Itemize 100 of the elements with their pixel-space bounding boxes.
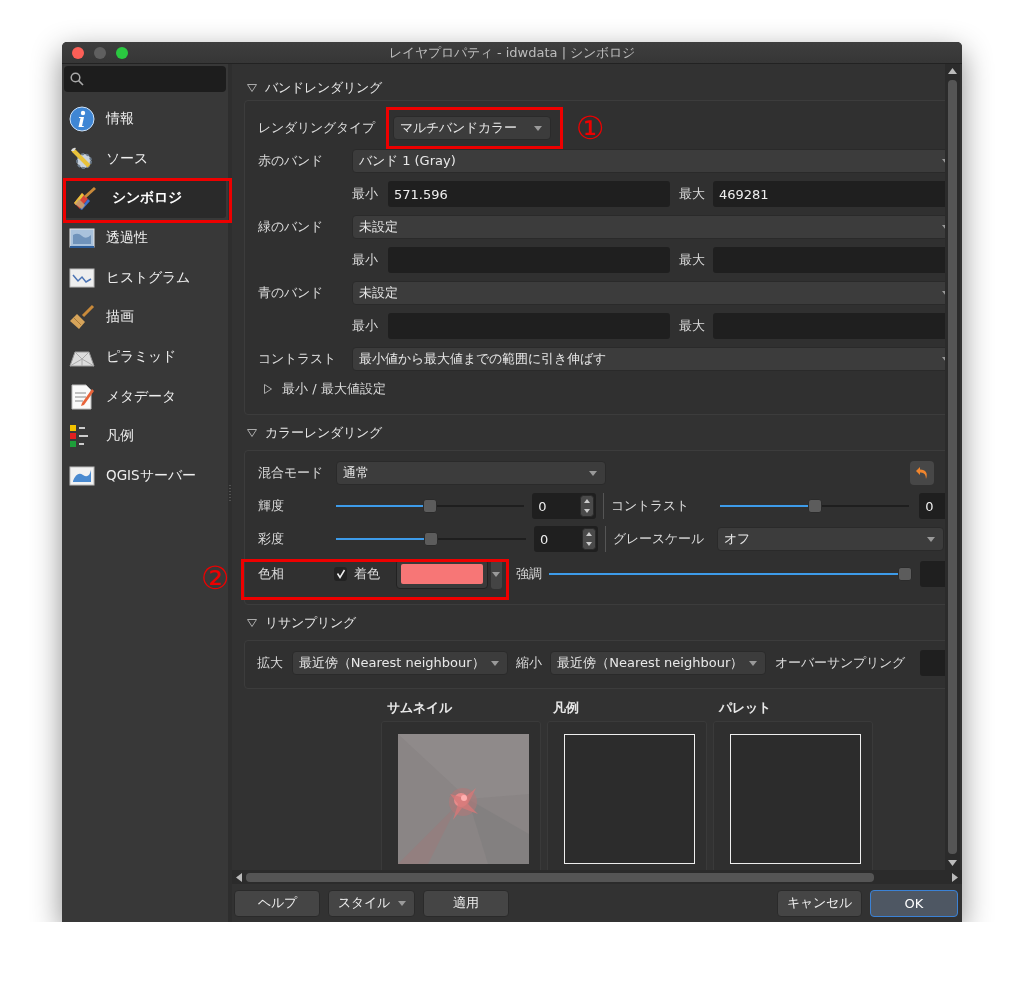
- sidebar-item[interactable]: 情報: [64, 99, 226, 139]
- sidebar-item[interactable]: 凡例: [64, 416, 226, 457]
- dropdown[interactable]: 通常: [336, 461, 606, 485]
- slider-handle[interactable]: [422, 499, 437, 513]
- spin-box[interactable]: 0: [919, 493, 945, 519]
- dropdown[interactable]: 最近傍（Nearest neighbour）: [291, 651, 508, 675]
- stepper-icon: [580, 495, 595, 517]
- field-label: コントラスト: [611, 497, 691, 515]
- dropdown[interactable]: 未設定: [352, 215, 945, 239]
- collapse-icon[interactable]: [247, 429, 257, 437]
- caret-icon: [927, 536, 935, 542]
- brush-icon: [68, 304, 96, 331]
- dialog-button[interactable]: 適用: [423, 889, 509, 917]
- field-label: 最大: [678, 317, 705, 335]
- section-title: リサンプリング: [265, 614, 356, 632]
- input-field[interactable]: 469281: [713, 181, 945, 207]
- collapse-icon[interactable]: [247, 84, 257, 92]
- field-label: 強調: [515, 565, 543, 583]
- field-label: 混合モード: [258, 464, 324, 482]
- collapse-icon[interactable]: [247, 619, 257, 627]
- slider[interactable]: [548, 567, 912, 581]
- spin-box[interactable]: 0: [532, 493, 597, 519]
- caret-icon: [490, 660, 499, 666]
- slider-handle[interactable]: [807, 499, 822, 513]
- preview-label: 凡例: [552, 699, 580, 717]
- caret-icon: [397, 900, 406, 906]
- slider[interactable]: [335, 499, 525, 513]
- check-icon: [335, 569, 346, 579]
- field-label: 最小: [352, 317, 379, 335]
- checkbox-label: 着色: [354, 565, 382, 583]
- field-label: 最大: [678, 185, 705, 203]
- dropdown[interactable]: オフ: [717, 527, 944, 551]
- undo-icon: [915, 466, 929, 480]
- dropdown[interactable]: 最近傍（Nearest neighbour）: [550, 651, 767, 675]
- spin-box[interactable]: 0: [534, 526, 598, 552]
- search-field[interactable]: [64, 66, 226, 92]
- field-label: 緑のバンド: [258, 218, 324, 236]
- left-arrow-icon: [236, 872, 242, 882]
- vertical-scrollbar[interactable]: [945, 64, 960, 870]
- sidebar-item[interactable]: 透過性: [64, 218, 226, 258]
- section-title: バンドレンダリング: [265, 79, 382, 97]
- dialog-button[interactable]: スタイル: [328, 889, 415, 917]
- down-arrow-icon: [948, 860, 957, 866]
- field-label: 輝度: [258, 497, 285, 515]
- preview-label: サムネイル: [386, 699, 453, 717]
- preview-label: パレット: [717, 699, 772, 717]
- dialog-button[interactable]: キャンセル: [777, 889, 862, 917]
- section-title: 最小 / 最大値設定: [282, 380, 386, 398]
- expand-icon[interactable]: [264, 384, 272, 394]
- window-title: レイヤプロパティ - idwdata | シンボロジ: [388, 44, 636, 60]
- sidebar-item[interactable]: ヒストグラム: [64, 257, 226, 298]
- dropdown[interactable]: 未設定: [352, 281, 945, 305]
- field-label: 最小: [352, 251, 379, 269]
- slider[interactable]: [720, 499, 910, 513]
- sidebar-item[interactable]: メタデータ: [64, 376, 226, 417]
- field-label: 最小: [352, 185, 379, 203]
- up-arrow-icon: [948, 68, 957, 74]
- checkbox[interactable]: [333, 567, 348, 581]
- field-label: 拡大: [257, 654, 284, 672]
- field-label: レンダリングタイプ: [258, 119, 377, 137]
- caret-icon: [589, 470, 597, 476]
- sidebar-item[interactable]: 描画: [64, 297, 226, 338]
- search-icon: [70, 72, 84, 86]
- reset-button[interactable]: [910, 461, 934, 485]
- field-label: 彩度: [258, 530, 285, 548]
- sidebar-item[interactable]: QGISサーバー: [64, 456, 226, 496]
- field-label: オーバーサンプリング: [775, 654, 907, 672]
- field-label: 青のバンド: [258, 284, 324, 302]
- right-arrow-icon: [952, 872, 958, 882]
- sidebar-item[interactable]: ソース: [64, 138, 226, 179]
- slider-handle[interactable]: [898, 567, 912, 581]
- close-button[interactable]: [72, 46, 84, 59]
- field-label: 色相: [258, 565, 285, 583]
- callout-number: ①: [575, 112, 605, 144]
- zoom-button[interactable]: [116, 46, 128, 59]
- minimize-button[interactable]: [94, 46, 106, 59]
- section-title: カラーレンダリング: [265, 424, 382, 442]
- dialog-button[interactable]: ヘルプ: [234, 889, 320, 917]
- caret-icon: [749, 660, 758, 666]
- dropdown[interactable]: マルチバンドカラー: [393, 116, 551, 140]
- dropdown[interactable]: バンド 1 (Gray): [352, 149, 945, 173]
- field-label: グレースケール: [613, 530, 705, 548]
- dropdown[interactable]: 最小値から最大値までの範囲に引き伸ばす: [352, 347, 945, 371]
- dialog-button[interactable]: OK: [870, 889, 958, 917]
- slider-handle[interactable]: [424, 532, 438, 546]
- slider[interactable]: [336, 532, 526, 546]
- dropdown-button[interactable]: [490, 559, 502, 589]
- document-pencil-icon: [68, 383, 96, 410]
- callout-number: ②: [200, 562, 230, 594]
- input-field[interactable]: 571.596: [388, 181, 670, 207]
- field-label: 赤のバンド: [258, 152, 324, 170]
- field-label: 縮小: [514, 654, 543, 672]
- info-icon: [68, 105, 96, 132]
- stepper-icon: [582, 528, 596, 550]
- sidebar-item[interactable]: ピラミッド: [64, 337, 226, 377]
- field-label: 最大: [678, 251, 705, 269]
- caret-icon: [492, 571, 501, 577]
- field-label: コントラスト: [258, 350, 337, 368]
- caret-icon: [534, 125, 542, 131]
- horizontal-scrollbar[interactable]: [232, 870, 962, 884]
